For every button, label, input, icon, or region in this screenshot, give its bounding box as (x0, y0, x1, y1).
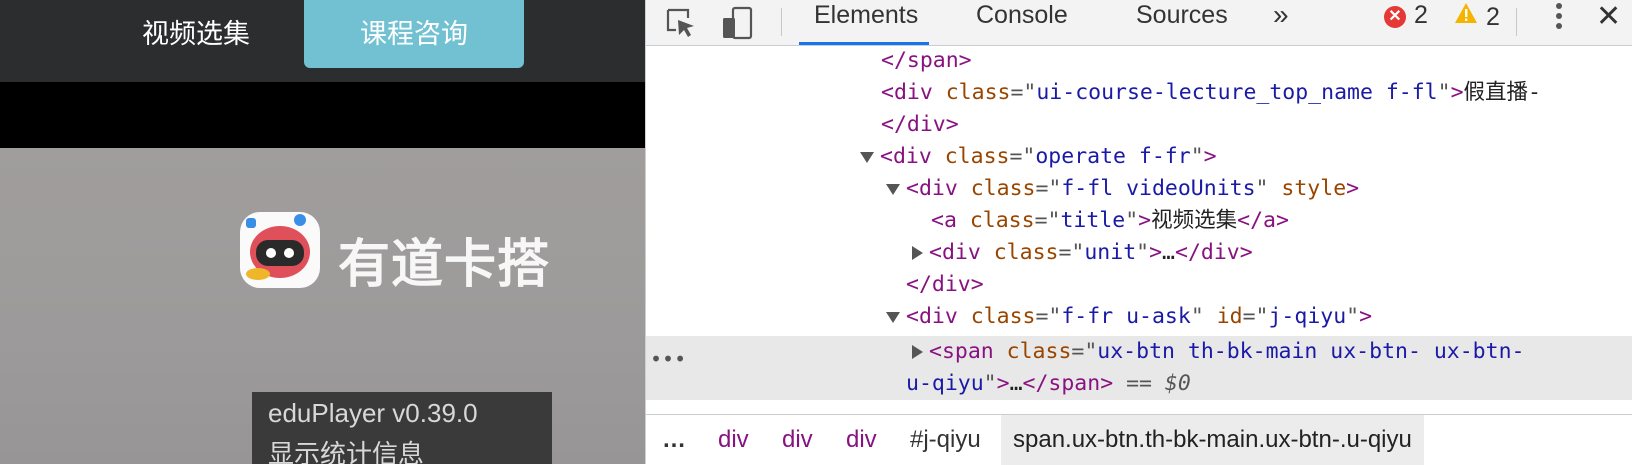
dom-attr-value: unit (1084, 240, 1137, 265)
video-top-band (0, 82, 645, 148)
dom-node-line[interactable]: <div class="f-fr u-ask" id="j-qiyu"> (646, 301, 1632, 333)
breadcrumb-item[interactable]: div (718, 415, 749, 465)
dom-node-line[interactable]: </span> (646, 45, 1632, 77)
expand-node-icon[interactable] (912, 345, 923, 359)
dom-attr-value: u-qiyu (906, 371, 984, 396)
video-units-tab[interactable]: 视频选集 (122, 0, 270, 70)
show-stats-menu-item[interactable]: 显示统计信息 (268, 434, 424, 464)
more-options-icon[interactable] (1549, 0, 1569, 34)
course-consult-button[interactable]: 课程咨询 (304, 0, 524, 68)
expand-node-icon[interactable] (912, 246, 923, 260)
breadcrumb-item[interactable]: div (846, 415, 877, 465)
toolbar-separator (781, 8, 782, 36)
dom-attr-value: f-fr u-ask (1061, 304, 1191, 329)
dom-tag: </div> (881, 112, 959, 137)
player-info-menu: eduPlayer v0.39.0 显示统计信息 (252, 392, 552, 464)
dom-tag: </div> (906, 272, 984, 297)
dom-attr-value: ux-btn th-bk-main ux-btn- ux-btn- (1097, 339, 1525, 364)
error-count-badge[interactable]: ✕ 2 (1384, 2, 1428, 28)
collapse-node-icon[interactable] (886, 311, 900, 323)
dom-node-line[interactable]: <div class="operate f-fr"> (646, 141, 1632, 173)
dom-node-line[interactable]: <a class="title">视频选集</a> (646, 205, 1632, 237)
breadcrumb-item[interactable]: div (782, 415, 813, 465)
dom-attr-value: operate f-fr (1035, 144, 1191, 169)
console-ref: == $0 (1126, 371, 1191, 396)
logo-wordmark: 有道卡搭 (338, 235, 551, 295)
collapse-node-icon[interactable] (886, 183, 900, 195)
error-icon: ✕ (1384, 6, 1406, 28)
dom-node-line[interactable]: <div class="f-fl videoUnits" style> (646, 173, 1632, 205)
tab-console[interactable]: Console (976, 0, 1068, 45)
dom-attr-value: title (1060, 208, 1126, 233)
dom-node-line[interactable]: <div class="unit">…</div> (646, 237, 1632, 269)
node-actions-icon[interactable]: ••• (650, 347, 686, 371)
player-version-label: eduPlayer v0.39.0 (268, 398, 478, 428)
close-devtools-icon[interactable]: ✕ (1596, 2, 1621, 32)
dom-tree: </span> <div class="ui-course-lecture_to… (646, 45, 1632, 415)
toolbar-separator (1516, 8, 1517, 36)
breadcrumb-item[interactable]: #j-qiyu (910, 415, 981, 465)
dom-attr-value: j-qiyu (1268, 304, 1347, 329)
dom-node-line[interactable]: </div> (646, 109, 1632, 141)
webpage-viewport: 视频选集 课程咨询 有道卡搭 eduPlayer v0.39.0 显示统计信息 (0, 0, 645, 464)
dom-tag: </span> (881, 48, 972, 73)
more-tabs-icon[interactable]: » (1273, 0, 1289, 30)
dom-text: 假直播- (1463, 80, 1541, 105)
dom-breadcrumb: … div div div #j-qiyu span.ux-btn.th-bk-… (646, 414, 1632, 465)
tab-sources[interactable]: Sources (1136, 0, 1228, 45)
warning-icon (1455, 3, 1477, 23)
dom-attr-name: style (1281, 176, 1347, 201)
dom-attr-value: f-fl videoUnits (1061, 176, 1256, 201)
dom-attr-value: ui-course-lecture_top_name f-fl (1036, 80, 1438, 105)
error-count: 2 (1414, 1, 1428, 29)
breadcrumb-overflow[interactable]: … (662, 415, 686, 465)
devtools-toolbar: Elements Console Sources » ✕ 2 2 ✕ (646, 0, 1632, 46)
course-operate-bar: 视频选集 课程咨询 (0, 0, 645, 82)
collapse-node-icon[interactable] (860, 151, 874, 163)
dom-node-line[interactable]: </div> (646, 269, 1632, 301)
warning-count: 2 (1486, 3, 1500, 31)
inspect-element-icon[interactable] (664, 6, 698, 40)
devtools-panel: Elements Console Sources » ✕ 2 2 ✕ </span… (645, 0, 1632, 465)
breadcrumb-item-selected[interactable]: span.ux-btn.th-bk-main.ux-btn-.u-qiyu (1001, 415, 1424, 465)
warning-count-badge[interactable]: 2 (1454, 2, 1500, 31)
youdao-robot-logo-icon (240, 212, 320, 288)
device-toolbar-icon[interactable] (721, 6, 755, 40)
dom-text: 视频选集 (1151, 208, 1238, 233)
dom-node-line[interactable]: <div class="ui-course-lecture_top_name f… (646, 77, 1632, 109)
selected-dom-node[interactable]: <span class="ux-btn th-bk-main ux-btn- u… (646, 336, 1632, 400)
tab-elements[interactable]: Elements (814, 0, 918, 45)
